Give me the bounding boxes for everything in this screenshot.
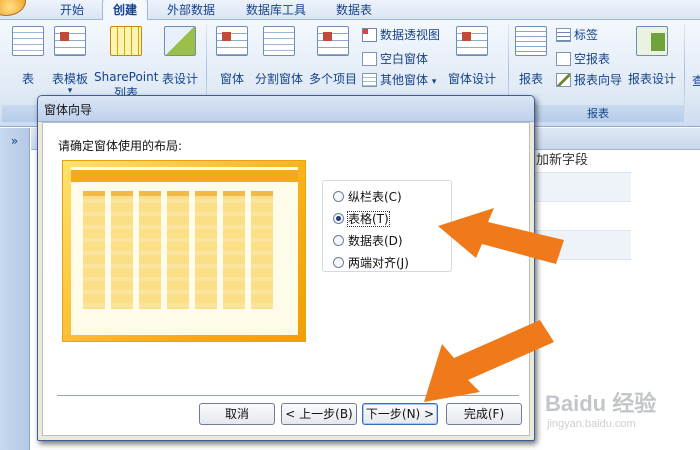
preview-column (223, 191, 245, 309)
table-label: 表 (21, 72, 34, 86)
blank-report-icon (556, 52, 571, 66)
radio-button[interactable] (333, 191, 344, 202)
dialog-titlebar[interactable]: 窗体向导 (38, 96, 534, 122)
other-forms-icon (362, 73, 377, 87)
tab-database-tools[interactable]: 数据库工具 (236, 0, 316, 20)
radio-button[interactable] (333, 257, 344, 268)
preview-column (251, 191, 273, 309)
layout-option-justified[interactable]: 两端对齐(J) (333, 254, 409, 272)
group-separator (684, 24, 685, 122)
annotation-arrow-icon (438, 208, 564, 264)
sharepoint-list-icon (110, 26, 142, 56)
preview-sheet (71, 167, 298, 335)
radio-button[interactable] (333, 235, 344, 246)
layout-option-label: 数据表(D) (348, 234, 403, 248)
pivot-chart-label: 数据透视图 (380, 28, 441, 42)
layout-option-label: 纵栏表(C) (348, 190, 402, 204)
expand-chevron-icon[interactable]: » (0, 134, 29, 148)
table-row (531, 172, 631, 201)
report-wizard-icon (556, 73, 571, 87)
tab-home[interactable]: 开始 (48, 0, 96, 20)
report-label: 报表 (518, 72, 543, 86)
label-icon (556, 28, 571, 42)
form-label: 窗体 (219, 72, 244, 86)
report-design-button[interactable]: 报表设计 (626, 26, 678, 87)
layout-preview-image (62, 160, 306, 342)
table-button[interactable]: 表 (10, 26, 46, 87)
ribbon-tab-bar: 开始 创建 外部数据 数据库工具 数据表 (0, 0, 700, 22)
table-design-label: 表设计 (161, 72, 198, 86)
preview-title-bar (71, 170, 298, 182)
sharepoint-list-button[interactable]: SharePoint 列表 (94, 26, 158, 101)
split-form-label: 分割窗体 (254, 72, 303, 86)
tab-create[interactable]: 创建 (102, 0, 148, 22)
preview-column (111, 191, 133, 309)
dialog-title: 窗体向导 (44, 103, 93, 117)
navigation-pane-collapsed[interactable]: » (0, 128, 30, 450)
multiple-items-icon (317, 26, 349, 56)
layout-prompt: 请确定窗体使用的布局: (58, 139, 183, 153)
table-icon (12, 26, 44, 56)
other-forms-label: 其他窗体 (380, 73, 429, 87)
other-forms-button[interactable]: 其他窗体 ▾ (362, 71, 436, 89)
blank-form-label: 空白窗体 (380, 52, 429, 66)
pivot-chart-button[interactable]: 数据透视图 (362, 26, 440, 44)
preview-column (139, 191, 161, 309)
table-template-button[interactable]: 表模板 ▾ (50, 26, 90, 96)
report-design-icon (636, 26, 668, 56)
preview-column (167, 191, 189, 309)
table-design-button[interactable]: 表设计 (160, 26, 200, 87)
blank-report-label: 空报表 (574, 52, 611, 66)
layout-option-label: 表格(T) (347, 211, 390, 227)
labels-button[interactable]: 标签 (556, 26, 598, 44)
multiple-items-button[interactable]: 多个项目 (308, 26, 358, 87)
split-form-icon (263, 26, 295, 56)
report-wizard-label: 报表向导 (574, 73, 623, 87)
tab-external-data[interactable]: 外部数据 (156, 0, 226, 20)
blank-form-button[interactable]: 空白窗体 (362, 50, 428, 68)
layout-option-columnar[interactable]: 纵栏表(C) (333, 188, 402, 206)
preview-column (195, 191, 217, 309)
blank-form-icon (362, 52, 377, 66)
report-design-label: 报表设计 (627, 72, 676, 86)
multiple-items-label: 多个项目 (308, 72, 357, 86)
layout-option-tabular[interactable]: 表格(T) (333, 210, 390, 228)
preview-column (83, 191, 105, 309)
back-button[interactable]: < 上一步(B) (281, 403, 357, 425)
annotation-arrow-icon (424, 320, 554, 402)
report-icon (515, 26, 547, 56)
table-template-icon (54, 26, 86, 56)
labels-label: 标签 (574, 28, 599, 42)
watermark-brand: Baidu 经验 (545, 391, 657, 416)
form-icon (216, 26, 248, 56)
add-new-field-header[interactable]: 加新字段 (531, 150, 611, 172)
watermark-logo: Baidu 经验 jingyan.baidu.com (545, 380, 695, 440)
office-button-icon[interactable] (0, 0, 26, 16)
chevron-down-icon: ▾ (431, 77, 437, 87)
blank-report-button[interactable]: 空报表 (556, 50, 610, 68)
layout-option-label: 两端对齐(J) (348, 256, 409, 270)
layout-option-datasheet[interactable]: 数据表(D) (333, 232, 403, 250)
watermark-url: jingyan.baidu.com (547, 418, 636, 430)
query-button[interactable]: 查 (688, 26, 700, 89)
group-label-reports: 报表 (512, 105, 684, 122)
split-form-button[interactable]: 分割窗体 (254, 26, 304, 87)
form-design-label: 窗体设计 (447, 72, 496, 86)
query-label: 查 (691, 74, 700, 88)
table-design-icon (164, 26, 196, 56)
tab-datasheet[interactable]: 数据表 (326, 0, 382, 20)
report-button[interactable]: 报表 (514, 26, 548, 87)
form-design-button[interactable]: 窗体设计 (446, 26, 498, 87)
report-wizard-button[interactable]: 报表向导 (556, 71, 622, 89)
radio-button-checked[interactable] (333, 213, 344, 224)
form-button[interactable]: 窗体 (214, 26, 250, 87)
cancel-button[interactable]: 取消 (199, 403, 275, 425)
pivot-chart-icon (362, 28, 377, 42)
sharepoint-label-line1: SharePoint (94, 70, 159, 84)
table-template-label: 表模板 (51, 72, 88, 86)
form-design-icon (456, 26, 488, 56)
